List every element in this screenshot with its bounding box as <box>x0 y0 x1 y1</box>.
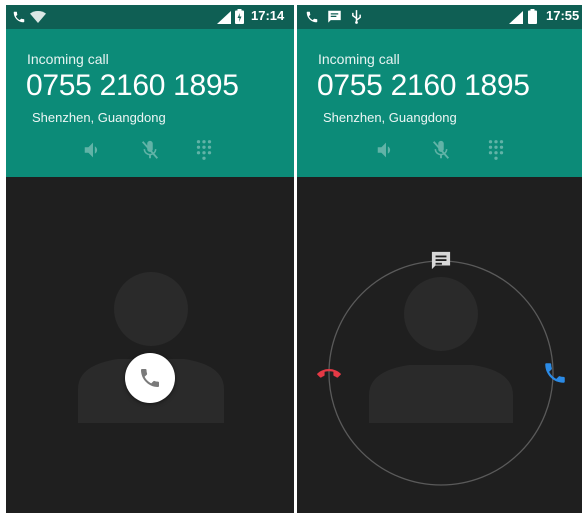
battery-charging-icon <box>235 9 244 24</box>
mute-mic-icon[interactable] <box>430 139 452 161</box>
call-background <box>6 177 294 513</box>
status-bar: 17:14 <box>6 5 294 29</box>
dialpad-icon[interactable] <box>193 139 215 161</box>
battery-icon <box>528 9 537 24</box>
caller-header: Incoming call 0755 2160 1895 Shenzhen, G… <box>6 29 294 177</box>
contact-placeholder-icon <box>78 272 224 423</box>
caller-header: Incoming call 0755 2160 1895 Shenzhen, G… <box>297 29 582 177</box>
caller-location: Shenzhen, Guangdong <box>323 110 457 125</box>
call-status-icon <box>306 11 318 23</box>
signal-icon <box>509 11 523 24</box>
answer-handle[interactable] <box>125 353 175 403</box>
caller-number: 0755 2160 1895 <box>26 69 239 102</box>
decline-icon[interactable] <box>315 363 343 385</box>
phone-icon <box>141 369 159 387</box>
mute-mic-icon[interactable] <box>139 139 161 161</box>
speaker-icon[interactable] <box>375 139 397 161</box>
status-time: 17:55 <box>546 8 580 23</box>
call-status-icon <box>13 11 25 23</box>
incoming-call-label: Incoming call <box>27 51 109 67</box>
answer-icon[interactable] <box>542 360 568 386</box>
caller-number: 0755 2160 1895 <box>317 69 530 102</box>
call-background <box>297 177 582 513</box>
incoming-call-label: Incoming call <box>318 51 400 67</box>
signal-icon <box>217 11 231 24</box>
usb-icon <box>352 10 361 24</box>
incoming-call-screen-right: 17:55 Incoming call 0755 2160 1895 Shenz… <box>297 5 582 513</box>
incoming-call-screen-left: 17:14 Incoming call 0755 2160 1895 Shenz… <box>6 5 294 513</box>
message-notification-icon <box>328 10 341 23</box>
status-time: 17:14 <box>251 8 285 23</box>
answer-ring <box>328 260 554 486</box>
wifi-icon <box>30 11 46 23</box>
caller-location: Shenzhen, Guangdong <box>32 110 166 125</box>
status-bar: 17:55 <box>297 5 582 29</box>
message-icon[interactable] <box>430 251 452 271</box>
speaker-icon[interactable] <box>82 139 104 161</box>
dialpad-icon[interactable] <box>485 139 507 161</box>
